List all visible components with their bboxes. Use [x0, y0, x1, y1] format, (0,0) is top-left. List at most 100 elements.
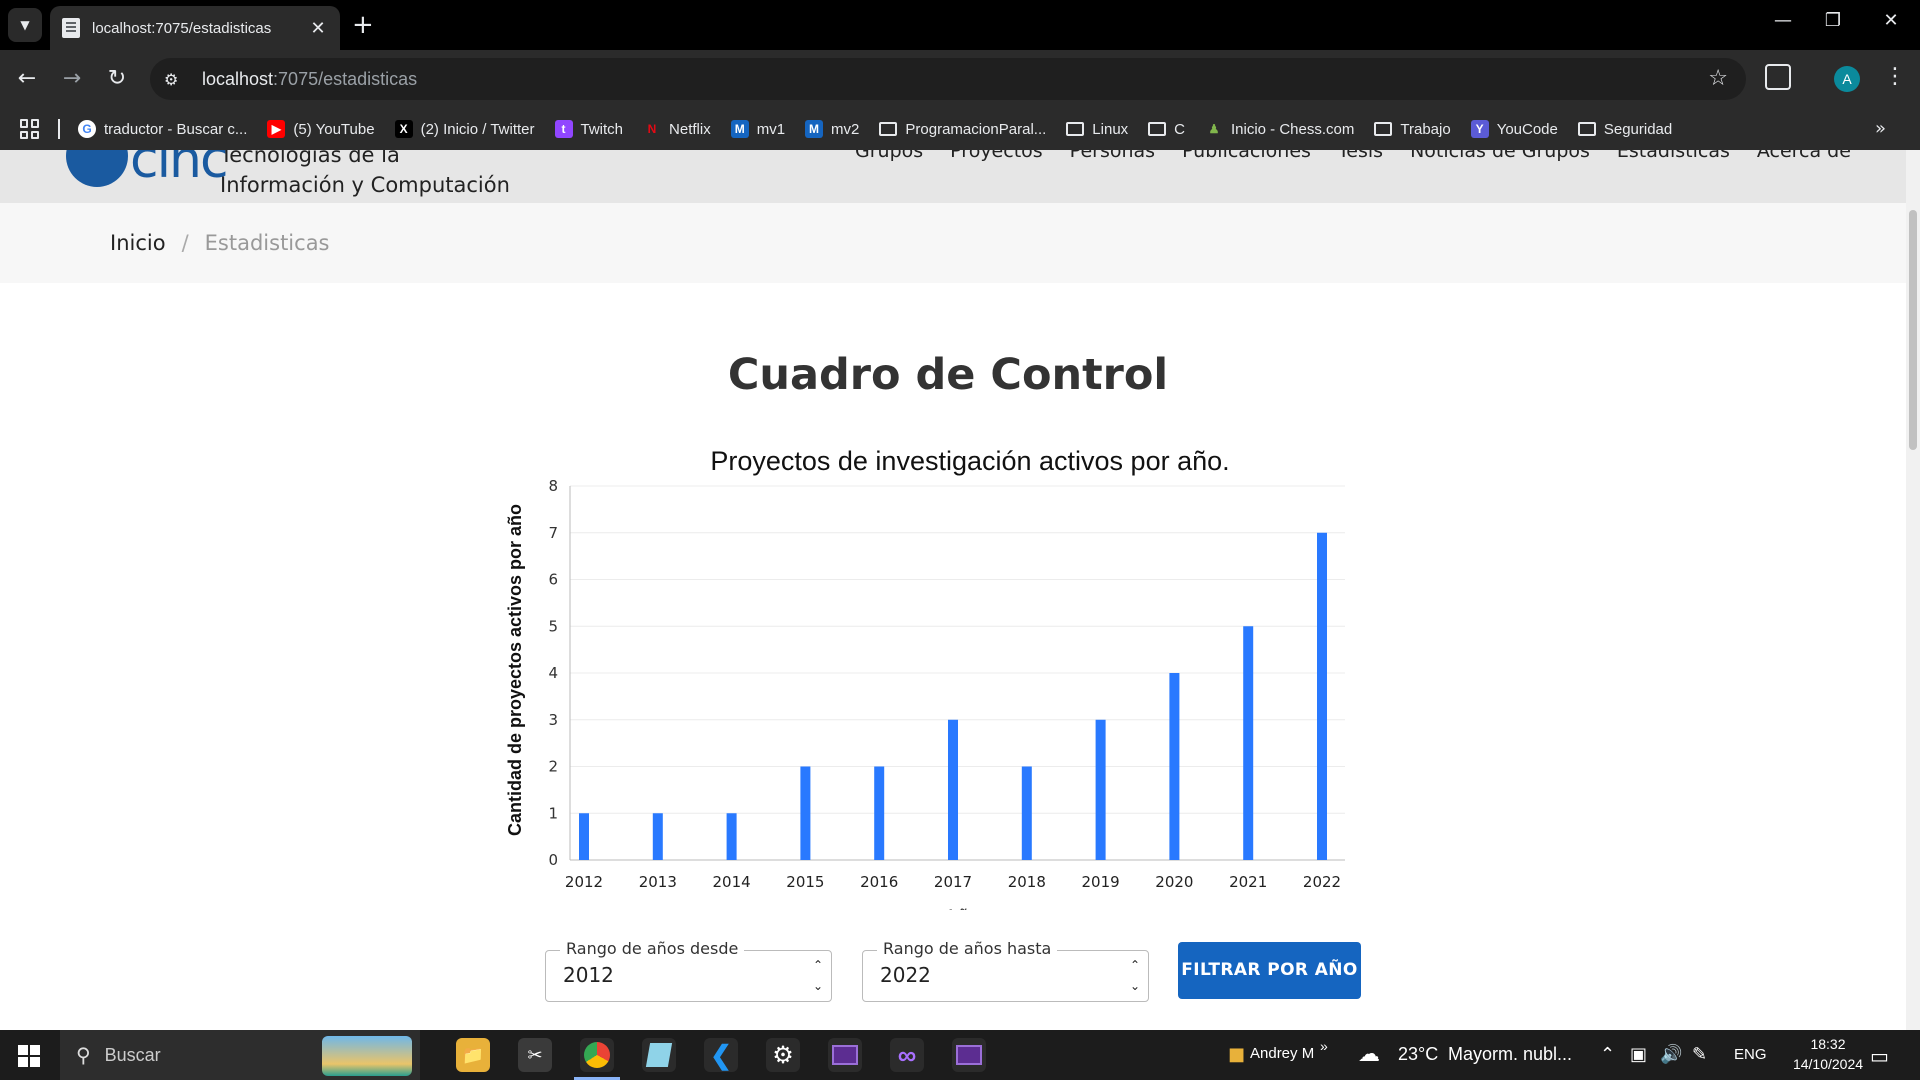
year-from-stepper[interactable]: ⌃ ⌄: [811, 955, 825, 997]
weather-description[interactable]: Mayorm. nubl...: [1448, 1044, 1572, 1065]
extensions-icon[interactable]: [1765, 64, 1791, 90]
restore-icon[interactable]: ❐: [1818, 10, 1848, 31]
forward-arrow-icon[interactable]: →: [57, 64, 87, 94]
bookmark-item[interactable]: Linux: [1066, 121, 1128, 138]
bookmark-item[interactable]: ProgramacionParal...: [879, 121, 1046, 138]
bookmark-star-icon[interactable]: ☆: [1708, 66, 1728, 91]
folder-icon: [879, 122, 898, 136]
clock-time[interactable]: 18:32: [1796, 1036, 1860, 1052]
address-bar[interactable]: ⚙ localhost:7075/estadisticas ☆: [150, 58, 1746, 100]
bookmarks-separator: [58, 119, 60, 139]
x-tick-label: 2022: [1303, 873, 1341, 891]
visual-studio-icon[interactable]: ∞: [890, 1038, 924, 1072]
settings-gear-icon[interactable]: ⚙: [766, 1038, 800, 1072]
terminal-2-icon[interactable]: [952, 1038, 986, 1072]
volume-icon[interactable]: 🔊: [1660, 1044, 1682, 1065]
notes-app-icon[interactable]: [642, 1038, 676, 1072]
nav-item-publicaciones[interactable]: Publicaciones: [1182, 150, 1311, 162]
clock-date[interactable]: 14/10/2024: [1772, 1056, 1884, 1072]
taskbar-user[interactable]: Andrey M: [1250, 1045, 1314, 1062]
breadcrumb-separator: /: [181, 231, 189, 255]
tab-search-button[interactable]: ▼: [8, 8, 42, 42]
windows-taskbar: ⚲ Buscar 📁 ✂ ❮ ⚙ ∞ ■ Andrey M » ☁ 23°C M…: [0, 1030, 1920, 1080]
org-name: Tecnologías de la Información y Computac…: [220, 150, 510, 200]
browser-menu-icon[interactable]: ⋮: [1884, 64, 1906, 89]
more-bookmarks-icon[interactable]: »: [1875, 118, 1886, 139]
snipping-tool-icon[interactable]: ✂: [518, 1038, 552, 1072]
network-icon[interactable]: ▣: [1630, 1044, 1647, 1065]
chrome-icon[interactable]: [574, 1038, 620, 1080]
bookmark-label: Twitch: [580, 120, 624, 138]
nav-item-tesis[interactable]: Tesis: [1338, 150, 1383, 162]
nav-item-estadisticas[interactable]: Estadisticas: [1617, 150, 1730, 162]
nav-item-noticias-de-grupos[interactable]: Noticias de Grupos: [1410, 150, 1590, 162]
file-explorer-icon[interactable]: 📁: [456, 1038, 490, 1072]
bookmark-label: Trabajo: [1400, 120, 1451, 138]
apps-grid-icon[interactable]: [20, 119, 40, 139]
site-logo[interactable]: [66, 150, 128, 187]
back-arrow-icon[interactable]: ←: [12, 64, 42, 94]
vscode-icon[interactable]: ❮: [704, 1038, 738, 1072]
filter-by-year-button[interactable]: FILTRAR POR AÑO: [1178, 942, 1361, 999]
year-to-field[interactable]: Rango de años hasta 2022 ⌃ ⌄: [862, 939, 1149, 1002]
folder-icon: [1066, 122, 1085, 136]
folder-icon: [1577, 122, 1596, 136]
nav-item-grupos[interactable]: Grupos: [855, 150, 923, 162]
bookmark-item[interactable]: N Netflix: [643, 120, 711, 138]
netflix-icon: N: [647, 122, 657, 136]
terminal-icon[interactable]: [828, 1038, 862, 1072]
tray-chevron-up-icon[interactable]: ⌃: [1600, 1044, 1615, 1065]
bookmark-item[interactable]: ♟ Inicio - Chess.com: [1205, 120, 1355, 138]
page-scrollbar[interactable]: [1906, 150, 1920, 1030]
bookmark-label: Seguridad: [1603, 120, 1673, 138]
minimize-icon[interactable]: —: [1768, 10, 1798, 31]
taskbar-search[interactable]: ⚲ Buscar: [60, 1030, 420, 1080]
y-tick-label: 6: [548, 571, 558, 589]
windows-start-icon[interactable]: [18, 1045, 40, 1067]
bookmark-item[interactable]: Gtraductor - Buscar c...: [78, 120, 247, 138]
m-icon: M: [730, 120, 749, 138]
bar: [800, 766, 811, 860]
x-tick-label: 2016: [860, 873, 898, 891]
close-icon[interactable]: ✕: [308, 18, 328, 39]
nav-item-proyectos[interactable]: Proyectos: [950, 150, 1043, 162]
scroll-thumb[interactable]: [1909, 210, 1917, 450]
browser-tab-active[interactable]: localhost:7075/estadisticas ✕: [50, 6, 340, 50]
window-close-icon[interactable]: ✕: [1876, 10, 1906, 31]
bookmark-item[interactable]: C: [1148, 121, 1185, 138]
url-text[interactable]: localhost:7075/estadisticas: [202, 69, 417, 90]
bookmark-item[interactable]: Mmv2: [805, 120, 859, 138]
breadcrumb-home-link[interactable]: Inicio: [110, 231, 166, 255]
x-axis-label: Años: [944, 906, 991, 910]
language-indicator[interactable]: ENG: [1734, 1046, 1767, 1063]
year-from-field[interactable]: Rango de años desde 2012 ⌃ ⌄: [545, 939, 832, 1002]
breadcrumb-current: Estadisticas: [204, 231, 330, 255]
youtube-icon: ▶: [267, 120, 286, 138]
new-tab-button[interactable]: +: [352, 10, 374, 40]
bookmark-item[interactable]: Y YouCode: [1470, 120, 1558, 138]
bar: [579, 813, 589, 860]
nav-item-personas[interactable]: Personas: [1070, 150, 1155, 162]
pen-icon[interactable]: ✎: [1692, 1044, 1707, 1065]
browser-tabstrip: ▼ localhost:7075/estadisticas ✕ + — ❐ ✕: [0, 0, 1920, 50]
bar: [1243, 626, 1254, 860]
bookmark-item[interactable]: Trabajo: [1374, 120, 1451, 138]
notifications-icon[interactable]: ▭: [1870, 1044, 1889, 1068]
bookmarks-bar: Gtraductor - Buscar c... ▶ (5) YouTube X (2)…: [0, 108, 1920, 150]
bookmark-item[interactable]: Seguridad: [1577, 120, 1673, 138]
profile-avatar[interactable]: A: [1834, 66, 1860, 92]
bar: [1169, 673, 1180, 860]
chart-title: Proyectos de investigación activos por a…: [710, 446, 1229, 476]
bookmark-item[interactable]: Mmv1: [730, 120, 785, 138]
double-chevron-icon[interactable]: »: [1320, 1038, 1328, 1054]
bookmark-item[interactable]: ▶ (5) YouTube: [267, 120, 375, 138]
x-tick-label: 2018: [1008, 873, 1046, 891]
year-to-stepper[interactable]: ⌃ ⌄: [1128, 955, 1142, 997]
nav-item-acerca-de[interactable]: Acerca de: [1757, 150, 1851, 162]
bookmark-item[interactable]: X (2) Inicio / Twitter: [394, 120, 535, 138]
reload-icon[interactable]: ↻: [102, 64, 132, 94]
weather-temperature[interactable]: 23°C: [1398, 1044, 1438, 1065]
bookmark-label: Inicio - Chess.com: [1231, 120, 1355, 138]
site-info-icon[interactable]: ⚙: [164, 70, 192, 89]
bookmark-item[interactable]: t Twitch: [554, 120, 624, 138]
